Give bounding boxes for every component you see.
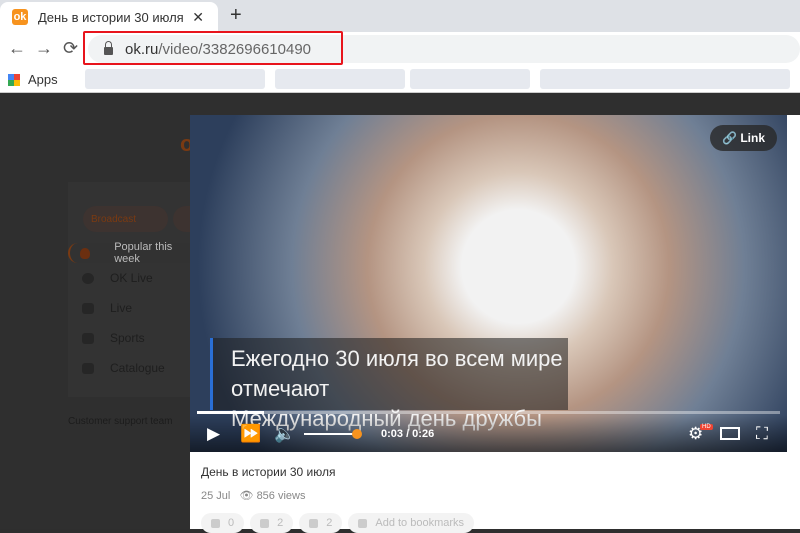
bookmark-button[interactable]: Add to bookmarks <box>348 513 475 533</box>
url-highlight-box <box>83 31 343 65</box>
comment-icon <box>211 518 220 528</box>
apps-grid-icon <box>8 73 20 86</box>
sidebar-item-label: Sports <box>110 331 145 345</box>
video-views: 856 views <box>256 490 306 502</box>
sidebar-item-label: Catalogue <box>110 361 165 375</box>
video-title: День в истории 30 июля <box>201 465 336 479</box>
bookmark-item[interactable] <box>85 69 265 89</box>
reload-button[interactable]: ⟳ <box>63 38 78 59</box>
back-button[interactable]: ← <box>8 38 26 59</box>
fast-forward-icon[interactable]: ⏩ <box>240 424 261 444</box>
mini-player-icon[interactable] <box>720 427 740 440</box>
volume-icon[interactable]: 🔈 <box>274 424 295 444</box>
fullscreen-icon[interactable]: ⛶ <box>756 424 768 444</box>
sidebar-item-label: Live <box>110 301 133 315</box>
ok-favicon-icon: ok <box>12 9 28 25</box>
like-button[interactable]: 2 <box>299 513 343 533</box>
bookmark-item[interactable] <box>410 69 530 89</box>
seek-bar[interactable] <box>197 411 780 414</box>
bookmark-item[interactable] <box>540 69 790 89</box>
comment-count: 0 <box>228 517 235 529</box>
sidebar-item-label: Popular this week <box>114 241 173 265</box>
player-controls: ▶ ⏩ 🔈 0:03 / 0:26 ⚙ HD ⛶ <box>190 415 787 452</box>
volume-knob[interactable] <box>352 429 362 439</box>
broadcast-label: Broadcast <box>91 213 137 225</box>
sports-icon <box>82 332 94 344</box>
sidebar-item-label: OK Live <box>110 271 153 285</box>
video-player[interactable]: 🔗 Link Ежегодно 30 июля во всем мире отм… <box>190 115 787 452</box>
new-tab-button[interactable]: + <box>230 4 242 27</box>
caption-line: Ежегодно 30 июля во всем мире отмечают <box>231 346 563 401</box>
sidebar-menu: Popular this week OK Live Live Sports Ca… <box>68 241 198 383</box>
hd-badge: HD <box>700 424 713 430</box>
forward-button[interactable]: → <box>35 38 53 59</box>
catalogue-icon <box>82 362 94 374</box>
share-icon <box>260 518 270 528</box>
like-icon <box>309 518 319 528</box>
live-circle-icon <box>82 272 94 284</box>
seek-bar-fill <box>197 411 265 414</box>
volume-slider[interactable] <box>304 433 356 435</box>
fire-icon <box>80 247 91 259</box>
video-date: 25 Jul <box>201 490 231 502</box>
video-meta: 25 Jul 👁 856 views <box>201 489 305 502</box>
video-caption: Ежегодно 30 июля во всем мире отмечают М… <box>210 338 568 431</box>
like-count: 2 <box>326 517 333 529</box>
camera-icon <box>82 302 94 314</box>
background-page-edge <box>787 115 800 529</box>
link-label: Link <box>740 131 765 145</box>
bookmark-item[interactable] <box>275 69 405 89</box>
bookmarks-bar: Apps <box>0 65 800 93</box>
sidebar-item-live[interactable]: Live <box>68 293 198 323</box>
link-button[interactable]: 🔗 Link <box>710 125 777 151</box>
browser-tab[interactable]: ok День в истории 30 июля ✕ <box>0 2 218 32</box>
bookmark-label: Add to bookmarks <box>375 517 465 529</box>
eye-icon: 👁 <box>239 490 254 502</box>
bookmark-icon <box>358 518 368 528</box>
sidebar-item-ok-live[interactable]: OK Live <box>68 263 198 293</box>
share-count: 2 <box>277 517 284 529</box>
apps-label: Apps <box>28 72 58 87</box>
apps-button[interactable]: Apps <box>8 72 58 87</box>
sidebar-item-sports[interactable]: Sports <box>68 323 198 353</box>
play-icon[interactable]: ▶ <box>207 424 220 444</box>
comment-button[interactable]: 0 <box>201 513 245 533</box>
share-button[interactable]: 2 <box>250 513 294 533</box>
time-display: 0:03 / 0:26 <box>381 428 435 440</box>
video-info: День в истории 30 июля 25 Jul 👁 856 view… <box>190 452 787 533</box>
tab-close-button[interactable]: ✕ <box>192 9 204 26</box>
support-link[interactable]: Customer support team <box>68 416 173 427</box>
sidebar-item-popular[interactable]: Popular this week <box>68 241 198 265</box>
broadcast-button[interactable]: Broadcast <box>83 206 168 232</box>
tab-bar: ok День в истории 30 июля ✕ + <box>0 0 800 32</box>
sidebar-item-catalogue[interactable]: Catalogue <box>68 353 198 383</box>
tab-title: День в истории 30 июля <box>38 9 184 25</box>
